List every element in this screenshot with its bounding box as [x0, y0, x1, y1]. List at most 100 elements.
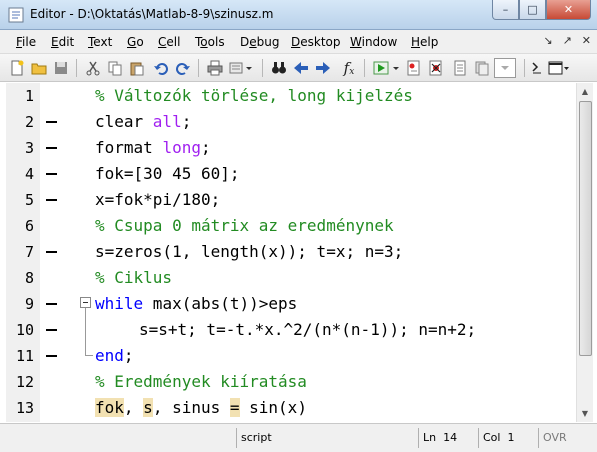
code-line[interactable]: 9 while max(abs(t))>eps — [6, 291, 576, 317]
menu-help[interactable]: Help — [411, 35, 438, 49]
run-icon[interactable] — [372, 59, 390, 77]
scroll-thumb[interactable] — [579, 101, 592, 356]
executable-line-marker[interactable] — [46, 121, 57, 123]
line-number: 1 — [24, 87, 34, 105]
fold-guide-end — [85, 355, 93, 356]
clear-breakpoints-icon[interactable] — [427, 59, 445, 77]
undock-icon[interactable]: ↘ — [543, 34, 552, 47]
line-number: 10 — [15, 321, 34, 339]
code-hl: s — [143, 398, 153, 417]
function-icon[interactable]: fx — [336, 59, 362, 77]
code-line[interactable]: 11 end; — [6, 343, 576, 369]
executable-line-marker[interactable] — [46, 147, 57, 149]
code-line[interactable]: 8 % Ciklus — [6, 265, 576, 291]
cut-icon[interactable] — [84, 59, 102, 77]
find-dropdown-icon[interactable] — [244, 59, 254, 77]
menu-tools[interactable]: Tools — [195, 35, 225, 49]
code-text: % Ciklus — [95, 268, 172, 287]
code-token: clear — [95, 112, 153, 131]
forward-icon[interactable] — [314, 59, 332, 77]
code-token: , sinus — [152, 398, 230, 417]
menu-edit[interactable]: Edit — [51, 35, 74, 49]
menu-cell[interactable]: Cell — [158, 35, 180, 49]
step-icon[interactable] — [405, 59, 423, 77]
maximize-button[interactable]: □ — [519, 0, 546, 20]
code-line[interactable]: 6 % Csupa 0 mátrix az eredménynek — [6, 213, 576, 239]
open-folder-icon[interactable] — [30, 59, 48, 77]
code-keyword: while — [95, 294, 144, 313]
code-token: format — [95, 138, 163, 157]
new-file-icon[interactable] — [8, 59, 26, 77]
menu-file[interactable]: File — [16, 35, 36, 49]
executable-line-marker[interactable] — [46, 173, 57, 175]
code-token: fok=[30 45 60]; — [95, 164, 240, 183]
code-editor[interactable]: 1 % Változók törlése, long kijelzés 2 clear… — [6, 83, 576, 422]
undo-icon[interactable] — [152, 59, 170, 77]
stack-icon[interactable] — [473, 59, 491, 77]
code-line[interactable]: 3 format long; — [6, 135, 576, 161]
window-title: Editor - D:\Oktatás\Matlab-8-9\szinusz.m — [30, 7, 274, 21]
code-line[interactable]: 5 x=fok*pi/180; — [6, 187, 576, 213]
menu-desktop[interactable]: Desktop — [291, 35, 341, 49]
toolbar-separator — [262, 59, 263, 77]
menu-debug[interactable]: Debug — [240, 35, 279, 49]
code-line[interactable]: 13 fok, s, sinus = sin(x) — [6, 395, 576, 421]
scroll-up-icon[interactable]: ▲ — [577, 83, 593, 100]
code-token: s=s+t; t=-t.*x.^2/(n*(n-1)); n=n+2; — [139, 320, 477, 339]
copy-icon[interactable] — [106, 59, 124, 77]
binoculars-icon[interactable] — [270, 59, 288, 77]
code-line[interactable]: 12 % Eredmények kiíratása — [6, 369, 576, 395]
line-number: 5 — [24, 191, 34, 209]
code-text: format long; — [95, 138, 211, 157]
code-line[interactable]: 7 s=zeros(1, length(x)); t=x; n=3; — [6, 239, 576, 265]
redo-icon[interactable] — [174, 59, 192, 77]
code-line[interactable]: 1 % Változók törlése, long kijelzés — [6, 83, 576, 109]
code-line[interactable]: 4 fok=[30 45 60]; — [6, 161, 576, 187]
back-icon[interactable] — [292, 59, 310, 77]
code-token: ; — [181, 112, 192, 131]
paste-icon[interactable] — [128, 59, 146, 77]
print-icon[interactable] — [206, 59, 224, 77]
executable-line-marker[interactable] — [46, 199, 57, 201]
scroll-down-icon[interactable]: ▼ — [577, 405, 593, 422]
code-text: % Változók törlése, long kijelzés — [95, 86, 413, 105]
line-number: 7 — [24, 243, 34, 261]
status-column: Col 1 — [478, 428, 536, 448]
code-line[interactable]: 10 s=s+t; t=-t.*x.^2/(n*(n-1)); n=n+2; — [6, 317, 576, 343]
code-line[interactable]: 2 clear all; — [6, 109, 576, 135]
save-icon[interactable] — [52, 59, 70, 77]
executable-line-marker[interactable] — [46, 251, 57, 253]
menu-text[interactable]: Text — [88, 35, 112, 49]
dock-arrow-icon[interactable]: ↗ — [563, 34, 572, 47]
stack-dropdown[interactable] — [494, 58, 516, 78]
stop-icon[interactable] — [451, 59, 469, 77]
status-overwrite: OVR — [538, 428, 578, 448]
code-text: end; — [95, 346, 134, 365]
menu-window[interactable]: Window — [350, 35, 397, 49]
menu-go[interactable]: Go — [127, 35, 144, 49]
dock-icon[interactable] — [548, 59, 570, 77]
executable-line-marker[interactable] — [46, 329, 57, 331]
code-hl: fok — [95, 398, 124, 417]
fold-toggle[interactable] — [80, 297, 91, 308]
executable-line-marker[interactable] — [46, 303, 57, 305]
menu-bar: File Edit Text Go Cell Tools Debug Deskt… — [0, 30, 597, 54]
code-text: s=zeros(1, length(x)); t=x; n=3; — [95, 242, 403, 261]
close-button[interactable]: ✕ — [546, 0, 591, 20]
code-text: % Csupa 0 mátrix az eredménynek — [95, 216, 394, 235]
dock-menu-icon[interactable] — [530, 59, 544, 77]
toolbar-separator — [524, 59, 525, 77]
code-text: fok, s, sinus = sin(x) — [95, 398, 307, 417]
close-document-icon[interactable]: ✕ — [582, 34, 591, 47]
code-text: fok=[30 45 60]; — [95, 164, 240, 183]
run-dropdown-icon[interactable] — [391, 59, 401, 77]
fold-guide — [85, 308, 86, 355]
code-comment: % Változók törlése, long kijelzés — [95, 86, 413, 105]
vertical-scrollbar[interactable]: ▲ ▼ — [576, 83, 593, 422]
executable-line-marker[interactable] — [46, 355, 57, 357]
code-text: s=s+t; t=-t.*x.^2/(n*(n-1)); n=n+2; — [139, 320, 476, 339]
status-mode: script — [236, 428, 416, 448]
minimize-button[interactable]: – — [492, 0, 519, 20]
status-line-value: 14 — [443, 431, 458, 444]
status-column-value: 1 — [507, 431, 515, 444]
